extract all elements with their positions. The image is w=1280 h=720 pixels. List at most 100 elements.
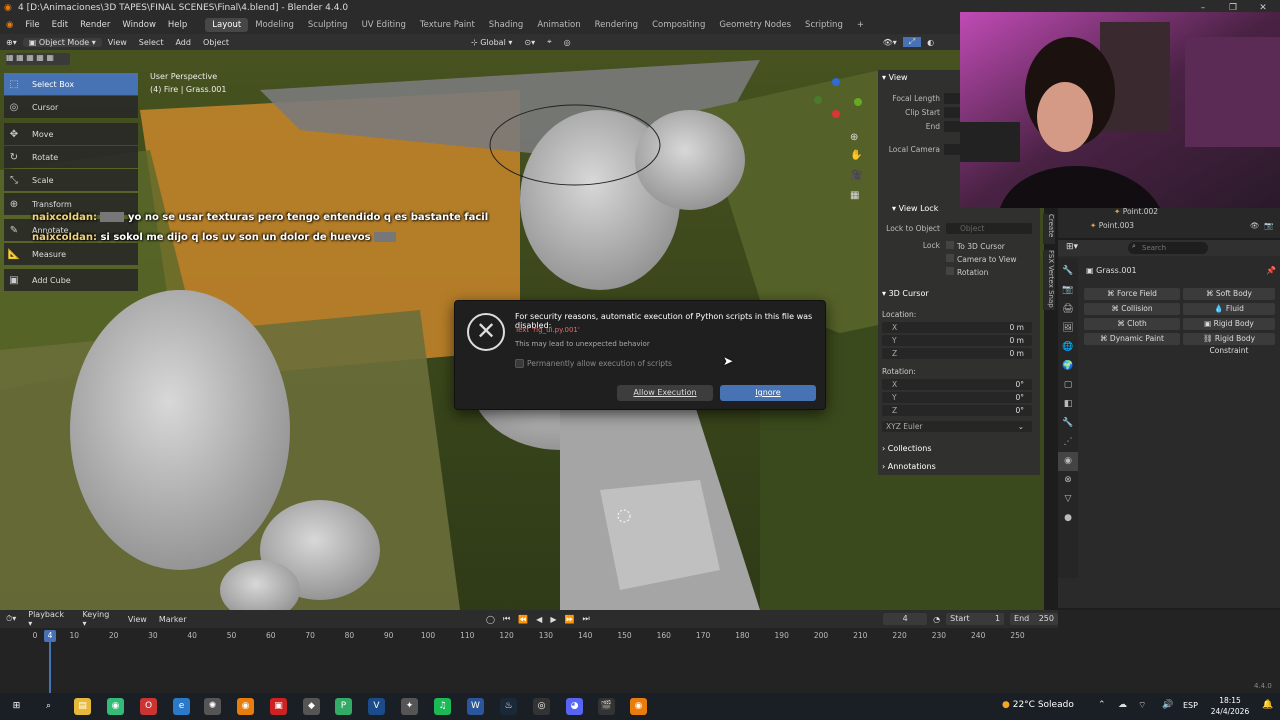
tab-geometry-nodes[interactable]: Geometry Nodes: [712, 20, 798, 30]
app-icon[interactable]: ◆: [303, 698, 320, 715]
clip-end-field[interactable]: [944, 121, 960, 132]
world-tab-icon[interactable]: 🌍: [1058, 357, 1078, 376]
tab-sculpting[interactable]: Sculpting: [301, 20, 355, 30]
keying-menu[interactable]: Keying ▾: [76, 610, 121, 628]
current-frame-field[interactable]: 4: [883, 613, 928, 625]
menu-help[interactable]: Help: [162, 20, 193, 30]
view-layer-tab-icon[interactable]: 🖼: [1058, 319, 1078, 338]
jump-start-icon[interactable]: ⏮: [499, 614, 514, 624]
mode-select[interactable]: ▣ Object Mode ▾: [22, 37, 102, 47]
tray-overflow-icon[interactable]: ⌃: [1098, 700, 1106, 710]
playhead[interactable]: 4: [44, 630, 56, 642]
blender-active-icon[interactable]: ◉: [630, 698, 647, 715]
dynamic-paint-button[interactable]: ⌘ Dynamic Paint: [1084, 333, 1180, 345]
navigation-gizmo[interactable]: [812, 78, 862, 128]
timeline-view-menu[interactable]: View: [122, 615, 153, 624]
data-tab-icon[interactable]: ▽: [1058, 490, 1078, 509]
ortho-toggle-icon[interactable]: ▦: [850, 190, 859, 201]
menu-add[interactable]: Add: [169, 38, 197, 47]
discord-icon[interactable]: ◕: [566, 698, 583, 715]
pivot-icon[interactable]: ⊙▾: [518, 38, 541, 47]
obs-icon[interactable]: ◎: [533, 698, 550, 715]
proportional-icon[interactable]: ◎: [558, 38, 577, 47]
output-tab-icon[interactable]: 🖨: [1058, 300, 1078, 319]
volume-icon[interactable]: 🔊: [1162, 700, 1173, 710]
end-frame-field[interactable]: End 250: [1010, 613, 1058, 625]
wifi-icon[interactable]: ⌔: [1138, 700, 1146, 711]
view-lock-section-header[interactable]: ▾ View Lock: [892, 204, 938, 213]
permanently-allow-checkbox[interactable]: Permanently allow execution of scripts: [515, 359, 672, 368]
cloth-button[interactable]: ⌘ Cloth: [1084, 318, 1180, 330]
zoom-icon[interactable]: ⊕: [850, 132, 858, 143]
app-icon[interactable]: ✦: [401, 698, 418, 715]
menu-render[interactable]: Render: [74, 20, 116, 30]
tool-rotate[interactable]: ↻ Rotate: [4, 146, 138, 168]
cursor-location-z[interactable]: Z 0 m: [882, 348, 1032, 359]
orientation-select[interactable]: ⊹ Global ▾: [465, 38, 518, 47]
pin-icon[interactable]: 📌: [1266, 266, 1276, 275]
clip-start-field[interactable]: [944, 107, 960, 118]
menu-edit[interactable]: Edit: [46, 20, 74, 30]
pycharm-icon[interactable]: P: [335, 698, 352, 715]
visibility-icon[interactable]: 👁▾: [877, 38, 903, 47]
snap-icon[interactable]: ⌖: [541, 37, 558, 47]
focal-length-field[interactable]: [944, 93, 960, 104]
blender-icon[interactable]: ◉: [237, 698, 254, 715]
steam-icon[interactable]: ♨: [500, 698, 517, 715]
reverse-play-icon[interactable]: ◀: [532, 615, 546, 624]
tool-add-cube[interactable]: ▣ Add Cube: [4, 269, 138, 291]
blender-menu-icon[interactable]: ◉: [0, 20, 19, 30]
rotation-lock-checkbox[interactable]: Rotation: [946, 267, 988, 277]
3d-cursor-section-header[interactable]: ▾ 3D Cursor: [882, 289, 929, 298]
menu-window[interactable]: Window: [116, 20, 162, 30]
tool-scale[interactable]: ⤡ Scale: [4, 169, 138, 191]
soft-body-button[interactable]: ⌘ Soft Body: [1183, 288, 1275, 300]
tool-measure[interactable]: 📐 Measure: [4, 243, 138, 265]
collections-section-header[interactable]: › Collections: [882, 444, 932, 453]
marker-menu[interactable]: Marker: [153, 615, 193, 624]
tab-uv-editing[interactable]: UV Editing: [355, 20, 413, 30]
selection-mode-icons[interactable]: ▦ ▦ ▦ ▦ ▦: [6, 53, 70, 65]
scene-tab-icon[interactable]: 🌐: [1058, 338, 1078, 357]
edge-icon[interactable]: e: [173, 698, 190, 715]
playback-menu[interactable]: Playback ▾: [22, 610, 76, 628]
word-icon[interactable]: W: [467, 698, 484, 715]
preview-range-icon[interactable]: ◔: [927, 615, 946, 624]
side-tab-fsx[interactable]: FSX Vertex Snap: [1043, 250, 1055, 310]
network-icon[interactable]: ☁: [1118, 700, 1127, 710]
prev-keyframe-icon[interactable]: ⏪: [514, 615, 532, 624]
visibility-eye-icon[interactable]: 👁: [1250, 221, 1260, 230]
language-indicator[interactable]: ESP: [1183, 701, 1198, 710]
jump-end-icon[interactable]: ⏭: [578, 614, 593, 624]
tool-select-box[interactable]: ⬚ Select Box: [4, 73, 138, 95]
voice-app-icon[interactable]: ▣: [270, 698, 287, 715]
gizmo-icon[interactable]: ⤢: [902, 37, 922, 47]
rigid-body-constraint-button[interactable]: ⛓ Rigid Body Constraint: [1183, 333, 1275, 355]
rotation-mode-select[interactable]: XYZ Euler ⌄: [882, 421, 1032, 432]
outliner-item[interactable]: ✦ Point.003: [1090, 221, 1134, 230]
menu-view[interactable]: View: [102, 38, 133, 47]
menu-object[interactable]: Object: [197, 38, 235, 47]
play-icon[interactable]: ▶: [546, 615, 560, 624]
outliner-item[interactable]: ✦ Point.002: [1114, 207, 1158, 216]
constraints-tab-icon[interactable]: ⊗: [1058, 471, 1078, 490]
view-section-header[interactable]: ▾ View: [882, 73, 908, 82]
ignore-button[interactable]: Ignore: [720, 385, 816, 401]
notification-icon[interactable]: 🔔: [1262, 700, 1273, 710]
object-tab-icon[interactable]: ◧: [1058, 395, 1078, 414]
material-tab-icon[interactable]: ●: [1058, 509, 1078, 528]
cursor-rotation-x[interactable]: X 0°: [882, 379, 1032, 390]
chrome-icon[interactable]: ◉: [107, 698, 124, 715]
camera-view-icon[interactable]: 🎥: [850, 170, 862, 181]
tab-scripting[interactable]: Scripting: [798, 20, 850, 30]
app-icon[interactable]: ✺: [204, 698, 221, 715]
tab-shading[interactable]: Shading: [482, 20, 531, 30]
force-field-button[interactable]: ⌘ Force Field: [1084, 288, 1180, 300]
menu-select[interactable]: Select: [133, 38, 170, 47]
to-3d-cursor-checkbox[interactable]: To 3D Cursor: [946, 241, 1005, 251]
file-explorer-icon[interactable]: ▤: [74, 698, 91, 715]
collection-tab-icon[interactable]: ▢: [1058, 376, 1078, 395]
playhead-line[interactable]: [49, 642, 51, 698]
cursor-rotation-y[interactable]: Y 0°: [882, 392, 1032, 403]
clock[interactable]: 18:15 24/4/2026: [1206, 695, 1254, 717]
